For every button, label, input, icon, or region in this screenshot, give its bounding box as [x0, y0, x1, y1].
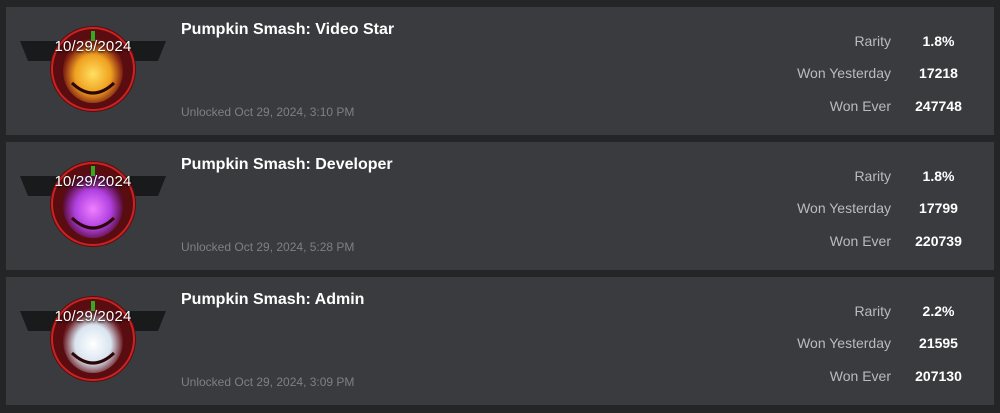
achievement-list: 10/29/2024 Pumpkin Smash: Video Star Unl… [0, 0, 1000, 413]
unlock-timestamp: Unlocked Oct 29, 2024, 3:10 PM [181, 105, 355, 119]
unlock-timestamp: Unlocked Oct 29, 2024, 5:28 PM [181, 240, 355, 254]
won-yesterday-value: 17799 [919, 200, 958, 216]
achievement-title: Pumpkin Smash: Video Star [181, 21, 395, 38]
won-yesterday-label: Won Yesterday [797, 65, 891, 81]
achievement-card[interactable]: 10/29/2024 Pumpkin Smash: Admin Unlocked… [6, 277, 994, 405]
won-yesterday-value: 17218 [919, 65, 958, 81]
achievement-card[interactable]: 10/29/2024 Pumpkin Smash: Video Star Unl… [6, 7, 994, 135]
won-ever-label: Won Ever [829, 233, 891, 249]
won-yesterday-label: Won Yesterday [797, 200, 891, 216]
unlock-date: 10/29/2024 [54, 308, 132, 325]
achievement-card[interactable]: 10/29/2024 Pumpkin Smash: Developer Unlo… [6, 142, 994, 270]
pumpkin-badge-icon: 10/29/2024 [20, 148, 166, 248]
pumpkin-badge-icon: 10/29/2024 [20, 13, 166, 113]
pumpkin-badge-icon: 10/29/2024 [20, 283, 166, 383]
rarity-value: 1.8% [922, 33, 955, 49]
achievement-title: Pumpkin Smash: Admin [181, 291, 365, 308]
rarity-value: 2.2% [922, 303, 955, 319]
rarity-label: Rarity [854, 303, 891, 319]
won-ever-label: Won Ever [829, 368, 891, 384]
rarity-label: Rarity [854, 33, 891, 49]
won-yesterday-value: 21595 [919, 335, 958, 351]
won-yesterday-label: Won Yesterday [797, 335, 891, 351]
won-ever-value: 220739 [915, 233, 962, 249]
rarity-label: Rarity [854, 168, 891, 184]
won-ever-label: Won Ever [829, 98, 891, 114]
unlock-date: 10/29/2024 [54, 38, 132, 55]
unlock-date: 10/29/2024 [54, 173, 132, 190]
unlock-timestamp: Unlocked Oct 29, 2024, 3:09 PM [181, 375, 355, 389]
won-ever-value: 207130 [915, 368, 962, 384]
won-ever-value: 247748 [915, 98, 962, 114]
rarity-value: 1.8% [922, 168, 955, 184]
achievement-title: Pumpkin Smash: Developer [181, 156, 393, 173]
